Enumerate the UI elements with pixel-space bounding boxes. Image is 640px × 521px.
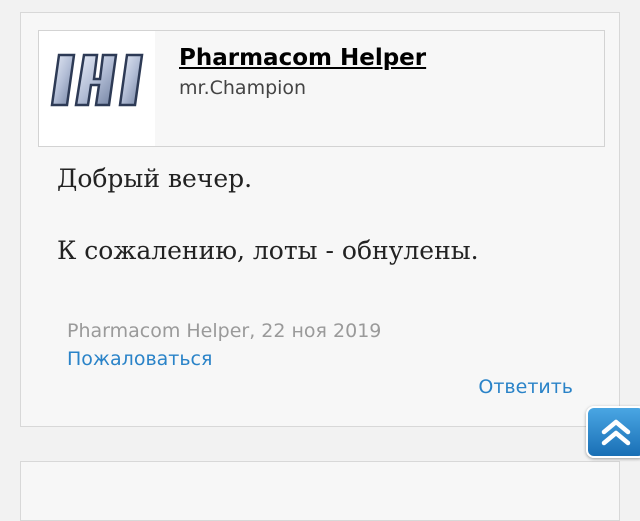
- double-chevron-up-icon: [601, 419, 631, 446]
- author-card: Pharmacom Helper mr.Champion: [38, 30, 605, 147]
- report-link[interactable]: Пожаловаться: [67, 348, 212, 370]
- avatar[interactable]: [39, 31, 155, 146]
- next-post: [20, 461, 620, 521]
- message-line-body: К сожалению, лоты - обнулены.: [57, 236, 479, 265]
- author-title: mr.Champion: [179, 77, 307, 99]
- scroll-to-top-button[interactable]: [586, 406, 640, 458]
- post-message: Добрый вечер. К сожалению, лоты - обнуле…: [57, 161, 479, 269]
- post-meta: Pharmacom Helper, 22 ноя 2019: [67, 320, 382, 342]
- author-name-link[interactable]: Pharmacom Helper: [179, 45, 426, 71]
- forum-post: Pharmacom Helper mr.Champion Добрый вече…: [20, 12, 620, 427]
- message-line-greeting: Добрый вечер.: [57, 164, 253, 193]
- pharmacom-logo-icon: [50, 53, 144, 107]
- reply-link[interactable]: Ответить: [478, 376, 573, 398]
